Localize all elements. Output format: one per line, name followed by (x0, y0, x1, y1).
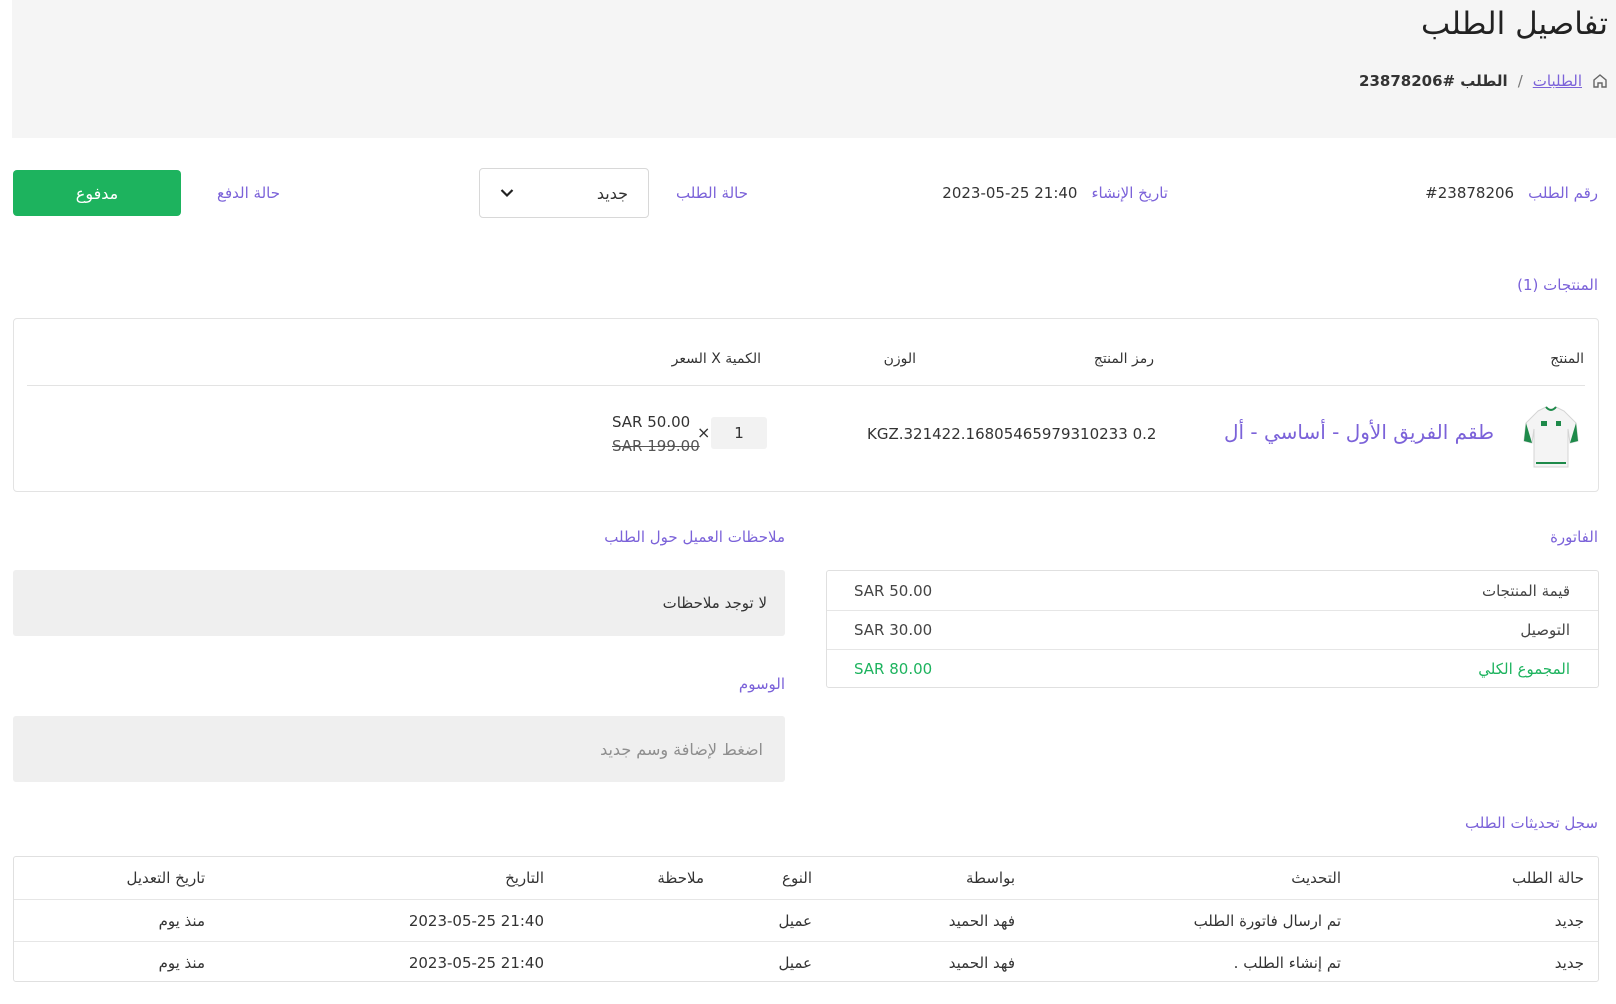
order-number-value: #23878206 (1425, 184, 1515, 202)
product-name-link[interactable]: طقم الفريق الأول - أساسي - أل (1224, 420, 1494, 444)
breadcrumb-orders-link[interactable]: الطلبات (1533, 72, 1582, 90)
invoice-row-products: قيمة المنتجات SAR 50.00 (827, 571, 1598, 610)
row-date: 2023-05-25 21:40 (408, 954, 544, 972)
customer-notes-box: لا توجد ملاحظات (13, 570, 785, 636)
invoice-section-title: الفاتورة (1550, 528, 1598, 546)
col-sku: رمز المنتج (1093, 351, 1154, 367)
row-type: عميل (778, 954, 812, 972)
col-product: المنتج (1550, 351, 1584, 367)
table-row: جديد تم إنشاء الطلب . فهد الحميد عميل 20… (14, 941, 1598, 983)
invoice-value: SAR 50.00 (854, 581, 933, 600)
payment-status-button[interactable]: مدفوع (13, 170, 181, 216)
tags-section-title: الوسوم (738, 675, 785, 693)
order-number-label: رقم الطلب (1528, 184, 1598, 202)
page-header: تفاصيل الطلب الطلبات / الطلب #23878206 (12, 0, 1616, 138)
header-divider (27, 385, 1585, 386)
home-icon[interactable] (1592, 73, 1608, 89)
row-type: عميل (778, 912, 812, 930)
product-quantity: 1 (711, 417, 767, 449)
order-status-label: حالة الطلب (676, 184, 748, 202)
col-type: النوع (782, 869, 812, 887)
row-update: تم إنشاء الطلب . (1233, 954, 1341, 972)
row-update: تم ارسال فاتورة الطلب (1193, 912, 1341, 930)
order-status-value: جديد (596, 183, 628, 203)
row-status: جديد (1554, 912, 1584, 930)
invoice-row-shipping: التوصيل SAR 30.00 (827, 610, 1598, 649)
history-section-title: سجل تحديثات الطلب (1464, 814, 1598, 832)
notes-section-title: ملاحظات العميل حول الطلب (604, 528, 785, 546)
order-status-select[interactable]: جديد (479, 168, 649, 218)
product-old-price: SAR 199.00 (612, 437, 700, 455)
product-price: SAR 50.00 (612, 413, 691, 431)
add-tag-input[interactable]: اضغط لإضافة وسم جديد (13, 716, 785, 782)
breadcrumb: الطلبات / الطلب #23878206 (1359, 72, 1608, 90)
table-row: جديد تم ارسال فاتورة الطلب فهد الحميد عم… (14, 899, 1598, 941)
products-table: المنتج رمز المنتج الوزن الكمية X السعر ط… (13, 318, 1599, 492)
page-title: تفاصيل الطلب (1421, 6, 1608, 42)
row-date: 2023-05-25 21:40 (408, 912, 544, 930)
product-sku-weight: 0.2 KGZ.321422.16805465979310233 (867, 425, 1157, 443)
breadcrumb-separator: / (1517, 72, 1523, 90)
invoice-row-total: المجموع الكلي SAR 80.00 (827, 649, 1598, 688)
created-date-label: تاريخ الإنشاء (1091, 184, 1168, 202)
invoice-table: قيمة المنتجات SAR 50.00 التوصيل SAR 30.0… (826, 570, 1599, 688)
table-header-row: حالة الطلب التحديث بواسطة النوع ملاحظة ا… (14, 857, 1598, 899)
row-modified: منذ يوم (158, 954, 205, 972)
created-date: تاريخ الإنشاء 2023-05-25 21:40 (942, 184, 1168, 202)
products-section-title: المنتجات (1) (1517, 276, 1598, 294)
col-update: التحديث (1291, 869, 1341, 887)
col-qty-price: الكمية X السعر (671, 351, 761, 367)
col-status: حالة الطلب (1512, 869, 1584, 887)
order-status-label-wrap: حالة الطلب (676, 184, 748, 202)
created-date-value: 2023-05-25 21:40 (942, 184, 1078, 202)
col-by: بواسطة (965, 869, 1015, 887)
col-note: ملاحظة (657, 869, 704, 887)
col-date: التاريخ (505, 869, 544, 887)
invoice-total-label: المجموع الكلي (1478, 660, 1570, 678)
payment-status-label: حالة الدفع (217, 184, 280, 202)
col-modified: تاريخ التعديل (126, 869, 205, 887)
invoice-label: قيمة المنتجات (1481, 581, 1570, 600)
invoice-label: التوصيل (1520, 621, 1570, 639)
chevron-down-icon (500, 189, 514, 198)
row-by: فهد الحميد (948, 954, 1015, 972)
row-status: جديد (1554, 954, 1584, 972)
order-number: رقم الطلب #23878206 (1425, 184, 1598, 202)
row-modified: منذ يوم (158, 912, 205, 930)
invoice-total-value: SAR 80.00 (854, 660, 933, 678)
order-summary: رقم الطلب #23878206 تاريخ الإنشاء 2023-0… (12, 138, 1616, 246)
product-image (1523, 406, 1579, 468)
col-weight: الوزن (883, 351, 916, 367)
invoice-value: SAR 30.00 (854, 621, 933, 639)
history-table: حالة الطلب التحديث بواسطة النوع ملاحظة ا… (13, 856, 1599, 982)
payment-status-label-wrap: حالة الدفع (217, 184, 280, 202)
row-by: فهد الحميد (948, 912, 1015, 930)
breadcrumb-current: الطلب #23878206 (1359, 72, 1508, 90)
